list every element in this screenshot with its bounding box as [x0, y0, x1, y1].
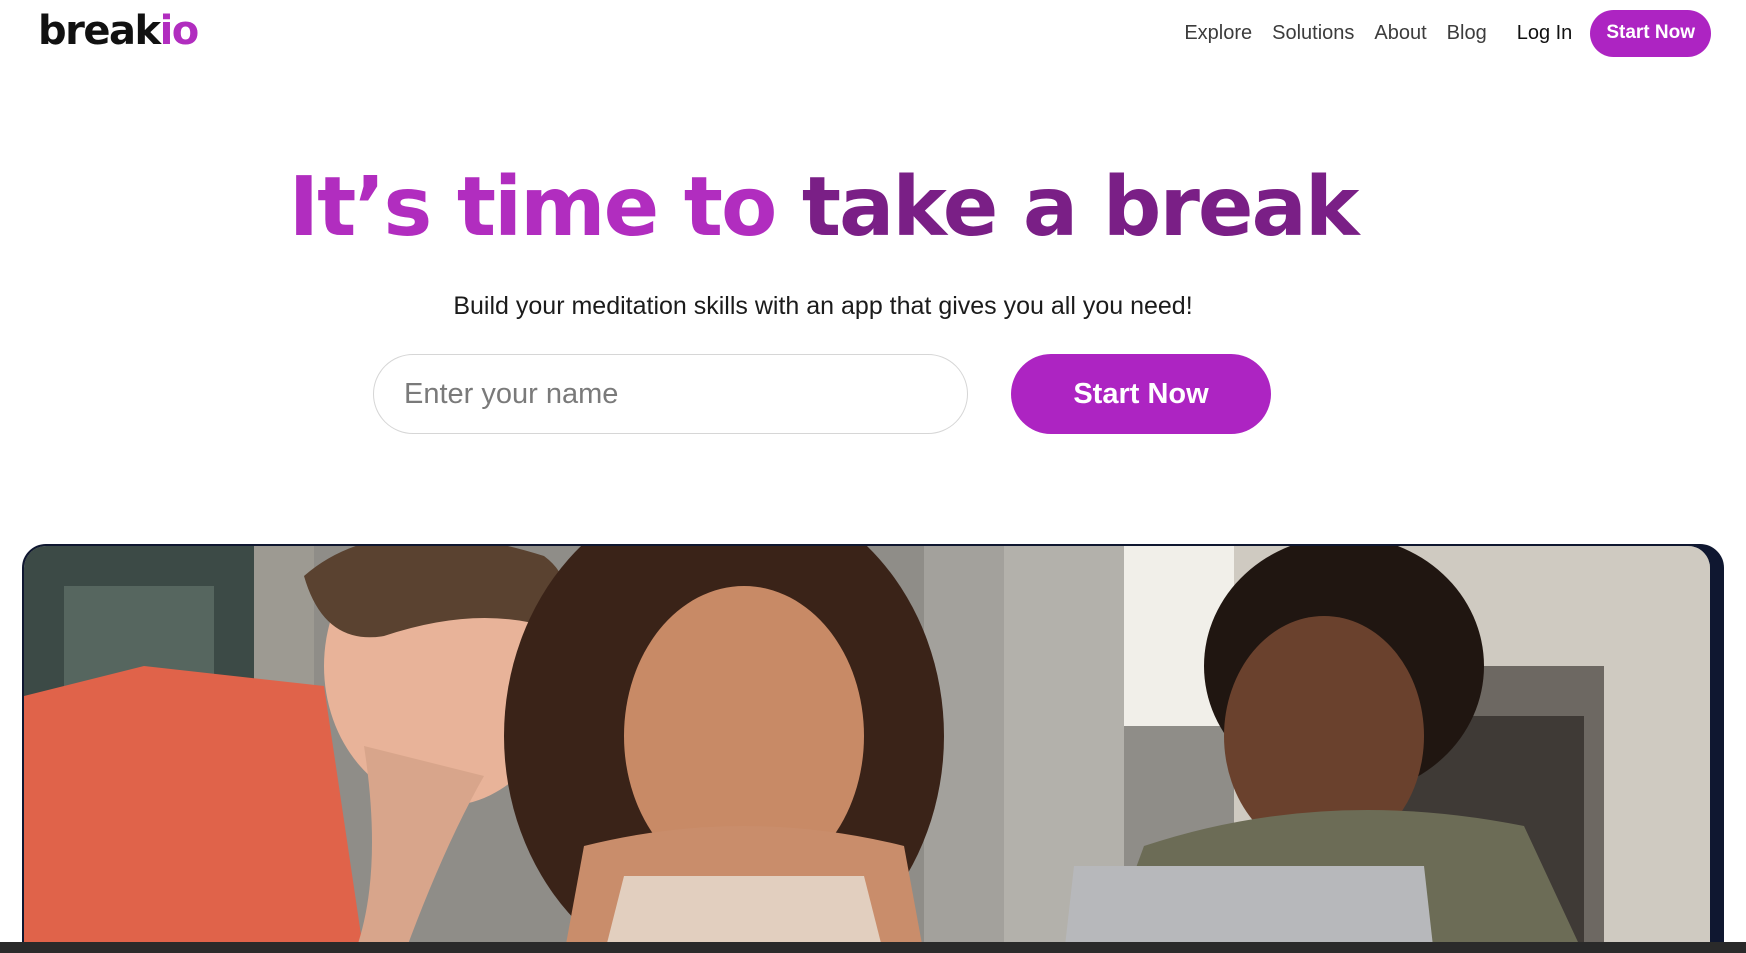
hero-subtitle: Build your meditation skills with an app…: [453, 292, 1193, 320]
hero-title: It’s time to take a break: [0, 150, 1646, 265]
hero-start-now-button[interactable]: Start Now: [1011, 354, 1271, 434]
hero-photo-frame: [22, 544, 1724, 953]
taskbar-edge: [0, 942, 1746, 953]
login-link[interactable]: Log In: [1517, 22, 1573, 45]
header-start-now-button[interactable]: Start Now: [1590, 9, 1711, 57]
main-nav: Explore Solutions About Blog Log In Star…: [1164, 0, 1746, 66]
hero-title-part2: take a break: [775, 160, 1360, 255]
name-input[interactable]: [373, 354, 968, 434]
site-header: breakio Explore Solutions About Blog Log…: [0, 0, 1746, 66]
nav-item-solutions[interactable]: Solutions: [1272, 22, 1354, 45]
hero-title-part1: It’s time to: [288, 160, 778, 255]
people-photo: [24, 546, 1710, 951]
logo-part-break: break: [38, 8, 161, 54]
nav-item-blog[interactable]: Blog: [1447, 22, 1487, 45]
nav-item-about[interactable]: About: [1374, 22, 1426, 45]
logo-part-io: io: [159, 8, 200, 54]
brand-logo[interactable]: breakio: [38, 6, 200, 56]
people-photo-illustration: [24, 546, 1710, 951]
landing-page: breakio Explore Solutions About Blog Log…: [0, 0, 1746, 953]
nav-item-explore[interactable]: Explore: [1184, 22, 1252, 45]
